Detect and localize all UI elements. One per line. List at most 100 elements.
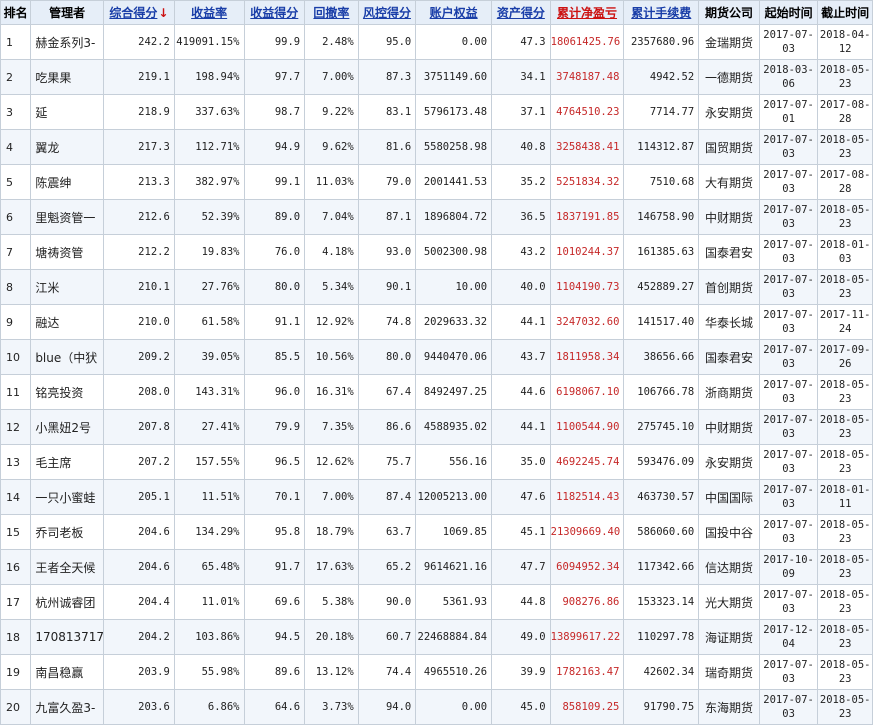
manager-cell[interactable]: 毛主席 — [30, 444, 105, 480]
net-profit-cell: 4764510.23 — [549, 94, 625, 130]
end-date-cell: 2017-09-26 — [817, 339, 873, 375]
manager-cell[interactable]: 九富久盈3- — [30, 689, 105, 725]
table-row: 4 翼龙 217.3 112.71% 94.9 9.62% 81.6 5580258.98 40… — [0, 129, 873, 165]
manager-cell[interactable]: 吃果果 — [30, 59, 105, 95]
equity-cell: 556.16 — [415, 444, 493, 480]
manager-cell[interactable]: 乔司老板 — [30, 514, 105, 550]
fees-cell: 275745.10 — [623, 409, 700, 445]
risk-score-cell: 94.0 — [357, 689, 417, 725]
col-header-label: 期货公司 — [704, 6, 753, 20]
return-rate-cell: 419091.15% — [173, 24, 245, 60]
col-header-score[interactable]: 综合得分↓ — [103, 0, 175, 25]
fees-cell: 42602.34 — [623, 654, 700, 690]
drawdown-cell: 3.73% — [304, 689, 359, 725]
equity-cell: 22468884.84 — [415, 619, 493, 655]
end-date-cell: 2018-05-23 — [817, 689, 873, 725]
col-header-label: 截止时间 — [821, 6, 870, 20]
fees-cell: 110297.78 — [623, 619, 700, 655]
equity-cell: 8492497.25 — [415, 374, 493, 410]
return-rate-cell: 11.01% — [173, 584, 245, 620]
drawdown-cell: 16.31% — [304, 374, 359, 410]
col-header-rank: 排名 — [0, 0, 32, 25]
drawdown-cell: 7.00% — [304, 479, 359, 515]
manager-cell[interactable]: 南昌稳赢 — [30, 654, 105, 690]
return-score-cell: 94.5 — [243, 619, 306, 655]
risk-score-cell: 90.0 — [357, 584, 417, 620]
net-profit-cell: 18061425.76 — [549, 24, 625, 60]
end-date-cell: 2017-08-28 — [817, 94, 873, 130]
net-profit-cell: 3748187.48 — [549, 59, 625, 95]
equity-cell: 4965510.26 — [415, 654, 493, 690]
company-cell: 光大期货 — [698, 584, 760, 620]
rank-cell: 18 — [0, 619, 32, 655]
col-header-equity[interactable]: 账户权益 — [415, 0, 493, 25]
company-cell: 一德期货 — [698, 59, 760, 95]
drawdown-cell: 20.18% — [304, 619, 359, 655]
manager-cell[interactable]: 铭亮投资 — [30, 374, 105, 410]
manager-cell[interactable]: blue（中犾 — [30, 339, 105, 375]
equity-cell: 3751149.60 — [415, 59, 493, 95]
table-row: 17 杭州诚睿团 204.4 11.01% 69.6 5.38% 90.0 5361.93 44… — [0, 584, 873, 620]
fees-cell: 153323.14 — [623, 584, 700, 620]
net-profit-cell: 3258438.41 — [549, 129, 625, 165]
col-header-net-profit[interactable]: 累计净盈亏 — [549, 0, 625, 25]
manager-cell[interactable]: 陈震绅 — [30, 164, 105, 200]
drawdown-cell: 17.63% — [304, 549, 359, 585]
asset-score-cell: 44.8 — [491, 584, 551, 620]
risk-score-cell: 80.0 — [357, 339, 417, 375]
net-profit-cell: 1837191.85 — [549, 199, 625, 235]
asset-score-cell: 47.7 — [491, 549, 551, 585]
col-header-drawdown[interactable]: 回撤率 — [304, 0, 359, 25]
risk-score-cell: 74.8 — [357, 304, 417, 340]
score-cell: 204.6 — [103, 549, 175, 585]
manager-cell[interactable]: 塘祷资管 — [30, 234, 105, 270]
col-header-return-score[interactable]: 收益得分 — [243, 0, 306, 25]
col-header-label: 综合得分 — [109, 6, 158, 20]
rank-cell: 1 — [0, 24, 32, 60]
asset-score-cell: 44.6 — [491, 374, 551, 410]
manager-cell[interactable]: 王者全天候 — [30, 549, 105, 585]
start-date-cell: 2017-07-03 — [758, 654, 819, 690]
col-header-return-rate[interactable]: 收益率 — [173, 0, 245, 25]
manager-cell[interactable]: 融达 — [30, 304, 105, 340]
return-rate-cell: 112.71% — [173, 129, 245, 165]
col-header-fees[interactable]: 累计手续费 — [623, 0, 700, 25]
equity-cell: 0.00 — [415, 24, 493, 60]
sort-down-arrow-icon[interactable]: ↓ — [158, 6, 168, 20]
return-rate-cell: 52.39% — [173, 199, 245, 235]
end-date-cell: 2018-05-23 — [817, 619, 873, 655]
score-cell: 212.2 — [103, 234, 175, 270]
rank-cell: 3 — [0, 94, 32, 130]
company-cell: 大有期货 — [698, 164, 760, 200]
table-row: 7 塘祷资管 212.2 19.83% 76.0 4.18% 93.0 5002300.98 4… — [0, 234, 873, 270]
manager-cell[interactable]: 赫金系列3- — [30, 24, 105, 60]
manager-cell[interactable]: 江米 — [30, 269, 105, 305]
risk-score-cell: 87.3 — [357, 59, 417, 95]
return-rate-cell: 134.29% — [173, 514, 245, 550]
start-date-cell: 2017-07-03 — [758, 24, 819, 60]
end-date-cell: 2018-04-12 — [817, 24, 873, 60]
col-header-asset-score[interactable]: 资产得分 — [491, 0, 551, 25]
manager-cell[interactable]: 延 — [30, 94, 105, 130]
manager-cell[interactable]: 小黑妞2号 — [30, 409, 105, 445]
manager-cell[interactable]: 翼龙 — [30, 129, 105, 165]
company-cell: 华泰长城 — [698, 304, 760, 340]
start-date-cell: 2017-07-03 — [758, 409, 819, 445]
fees-cell: 452889.27 — [623, 269, 700, 305]
net-profit-cell: 13899617.22 — [549, 619, 625, 655]
manager-cell[interactable]: 170813717: — [30, 619, 105, 655]
manager-cell[interactable]: 里魁资管一 — [30, 199, 105, 235]
col-header-risk-score[interactable]: 风控得分 — [357, 0, 417, 25]
manager-cell[interactable]: 一只小蜜蛙 — [30, 479, 105, 515]
net-profit-cell: 5251834.32 — [549, 164, 625, 200]
end-date-cell: 2018-05-23 — [817, 199, 873, 235]
company-cell: 国泰君安 — [698, 339, 760, 375]
manager-cell[interactable]: 杭州诚睿团 — [30, 584, 105, 620]
company-cell: 东海期货 — [698, 689, 760, 725]
return-score-cell: 96.5 — [243, 444, 306, 480]
return-score-cell: 91.7 — [243, 549, 306, 585]
return-rate-cell: 6.86% — [173, 689, 245, 725]
score-cell: 210.1 — [103, 269, 175, 305]
table-row: 16 王者全天候 204.6 65.48% 91.7 17.63% 65.2 9614621.… — [0, 549, 873, 585]
rank-cell: 19 — [0, 654, 32, 690]
